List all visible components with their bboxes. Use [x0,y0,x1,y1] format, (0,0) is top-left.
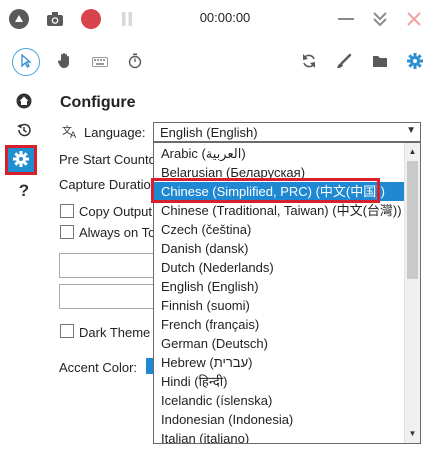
refresh-icon [301,53,317,72]
sidebar-item-home[interactable] [11,89,37,115]
collapse-icon[interactable] [370,9,390,29]
list-item[interactable]: Hindi (हिन्दी) [154,372,405,391]
list-item[interactable]: German (Deutsch) [154,334,405,353]
language-label: Language: [84,125,146,140]
text-field-1[interactable] [59,253,155,278]
pointer-icon [19,53,33,71]
list-item[interactable]: Dutch (Nederlands) [154,258,405,277]
list-item[interactable]: Danish (dansk) [154,239,405,258]
sidebar-item-history[interactable] [11,118,37,144]
history-icon [16,122,32,141]
list-item[interactable]: Italian (italiano) [154,429,405,443]
list-item[interactable]: Chinese (Traditional, Taiwan) (中文(台灣)) [154,201,405,220]
language-select-value: English (English) [160,125,258,140]
sidebar-item-help[interactable]: ? [11,178,37,204]
gear-icon [407,52,423,72]
dark-theme-label: Dark Theme [79,325,151,340]
gear-icon [13,150,29,170]
page-title: Configure [60,94,136,111]
camera-icon[interactable] [45,9,65,29]
chevron-down-icon: ▼ [406,125,416,136]
close-icon[interactable] [404,9,424,29]
list-item[interactable]: Hebrew (עברית) [154,353,405,372]
list-item[interactable]: Finnish (suomi) [154,296,405,315]
list-item[interactable]: Icelandic (íslenska) [154,391,405,410]
sidebar-item-settings[interactable] [5,145,37,175]
brush-button[interactable] [330,48,358,76]
pre-start-countdown-label: Pre Start Countd [59,152,156,167]
hand-icon [57,52,71,72]
keyboard-icon [92,55,108,70]
minimize-icon[interactable] [336,9,356,29]
hand-tool-button[interactable] [50,48,78,76]
copy-output-label: Copy Output [79,204,152,219]
list-item[interactable]: Czech (čeština) [154,220,405,239]
dark-theme-checkbox[interactable] [60,324,74,338]
scroll-down-icon[interactable]: ▼ [405,425,420,441]
list-item[interactable]: English (English) [154,277,405,296]
folder-button[interactable] [366,48,394,76]
help-icon: ? [18,181,30,200]
list-item[interactable]: Indonesian (Indonesia) [154,410,405,429]
folder-icon [372,54,388,71]
brush-icon [336,53,352,72]
scrollbar-thumb[interactable] [407,161,418,279]
list-item[interactable]: Arabic (العربية) [154,144,405,163]
translate-icon: 文A [62,124,78,142]
text-field-2[interactable] [59,284,155,309]
refresh-button[interactable] [295,48,323,76]
stop-icon[interactable] [9,9,29,29]
pointer-tool-button[interactable] [12,48,40,76]
list-item[interactable]: French (français) [154,315,405,334]
timer-icon [128,53,142,72]
always-on-top-checkbox[interactable] [60,225,74,239]
always-on-top-label: Always on To [79,225,156,240]
pause-icon[interactable] [117,9,137,29]
timer-tool-button[interactable] [121,48,149,76]
scroll-up-icon[interactable]: ▲ [405,143,420,159]
home-icon [16,93,32,112]
dropdown-scrollbar[interactable]: ▲ ▼ [404,143,420,443]
accent-color-label: Accent Color: [59,360,138,375]
recording-timer: 00:00:00 [199,10,251,25]
capture-duration-label: Capture Duratio [59,177,151,192]
selection-highlight-outline [151,178,380,203]
keyboard-tool-button[interactable] [86,48,114,76]
record-icon[interactable] [81,9,101,29]
svg-text:A: A [70,131,77,139]
settings-button[interactable] [401,48,429,76]
language-select[interactable]: English (English) ▼ [153,122,421,142]
copy-output-checkbox[interactable] [60,204,74,218]
